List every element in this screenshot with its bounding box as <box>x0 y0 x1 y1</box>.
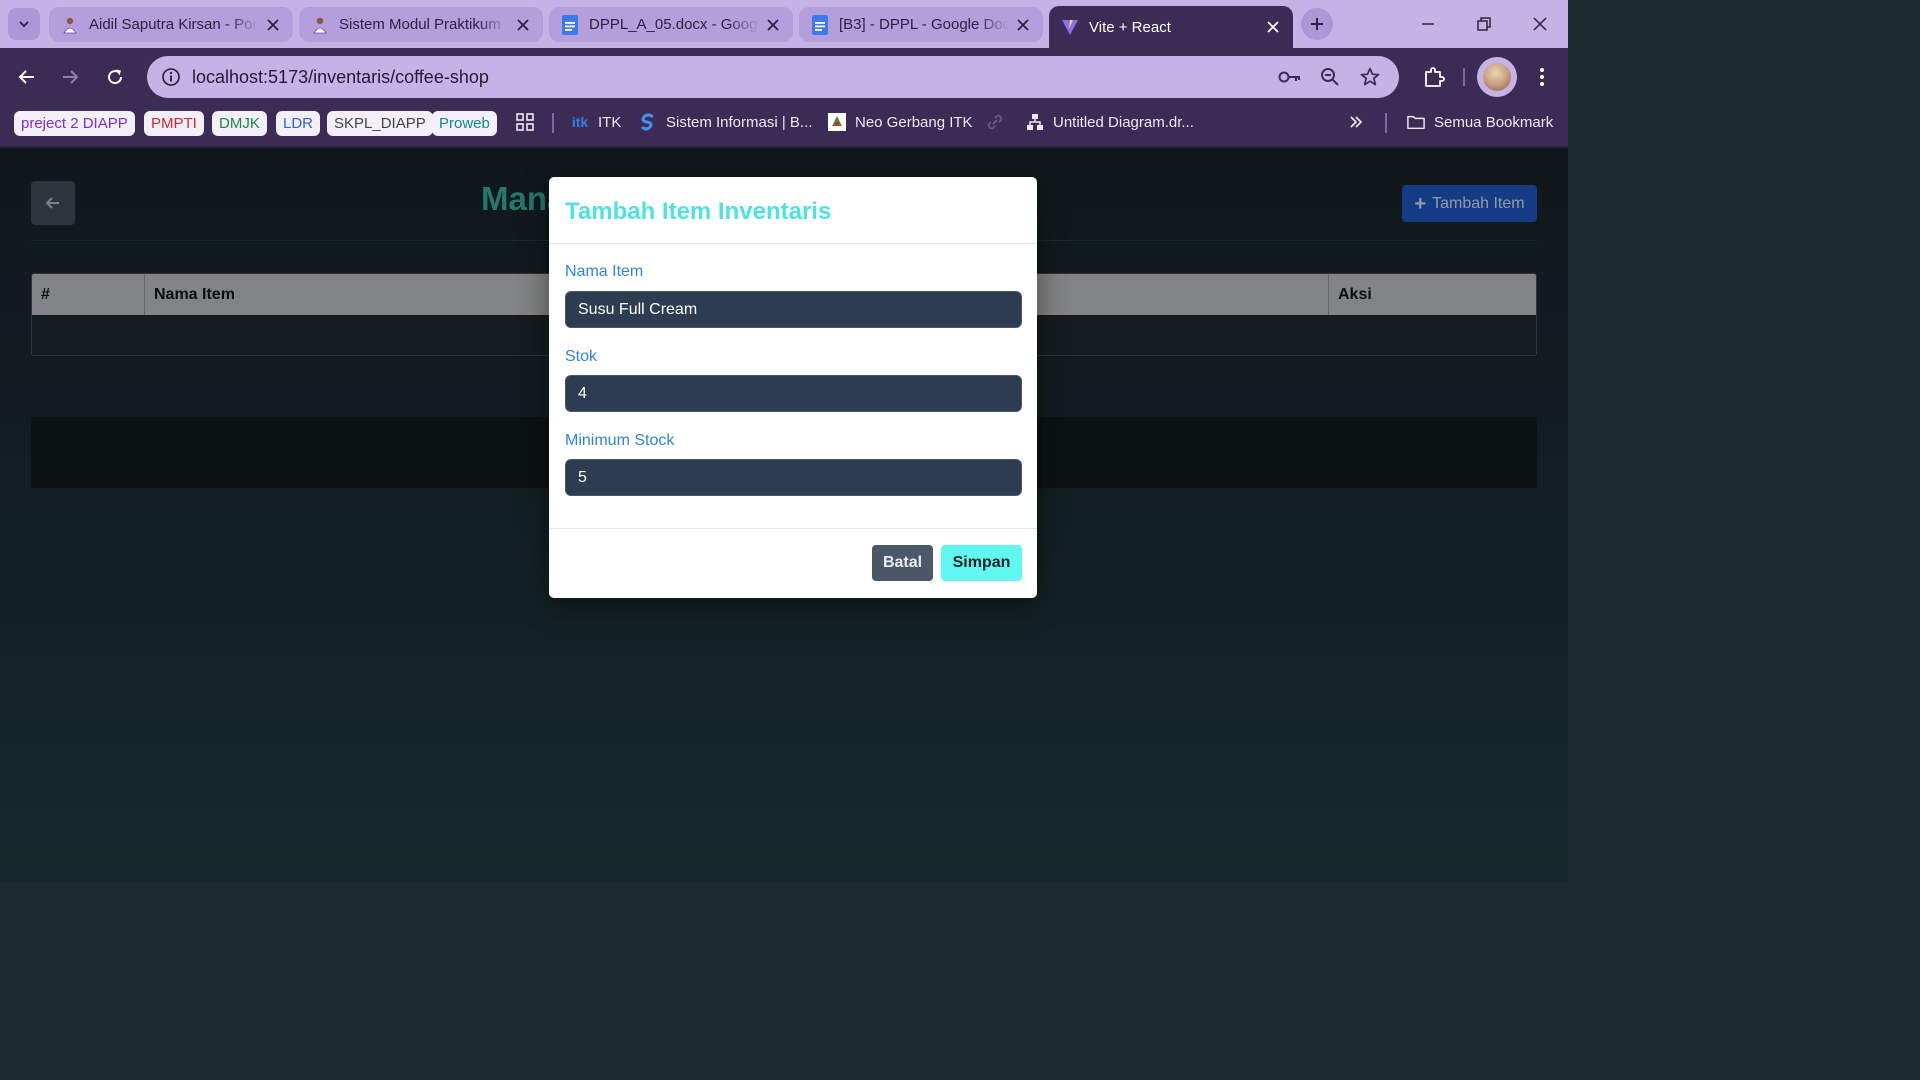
browser-tabstrip: Aidil Saputra Kirsan - Portfolio Sistem … <box>0 0 1568 48</box>
close-icon[interactable] <box>763 15 783 35</box>
item-name-input[interactable] <box>565 291 1022 328</box>
bookmark-chip-label: DMJK <box>219 115 260 132</box>
itk-icon: itk <box>571 114 589 130</box>
browser-tab[interactable]: DPPL_A_05.docx - Google Docs <box>549 7 793 42</box>
save-button[interactable]: Simpan <box>941 545 1022 581</box>
forward-nav-button[interactable] <box>54 61 86 93</box>
star-icon[interactable] <box>1358 65 1382 89</box>
bookmark-label: Neo Gerbang ITK <box>855 113 973 131</box>
close-icon <box>1533 17 1547 31</box>
close-icon[interactable] <box>1263 17 1283 37</box>
bookmarks-bar: preject 2 DIAPP PMPTI DMJK LDR SKPL_DIAP… <box>0 106 1568 147</box>
site-info-icon[interactable] <box>159 65 183 89</box>
modal-divider <box>549 528 1037 529</box>
bookmark-chip[interactable]: PMPTI <box>144 111 204 136</box>
url-text[interactable]: localhost:5173/inventaris/coffee-shop <box>192 67 489 88</box>
stock-input[interactable] <box>565 375 1022 412</box>
chevron-down-icon <box>19 21 29 28</box>
diagram-icon <box>1026 113 1044 131</box>
bookmark-icon-only[interactable] <box>986 106 1004 138</box>
reload-icon <box>108 69 123 85</box>
bookmarks-divider <box>1385 113 1387 133</box>
folder-icon <box>1407 113 1425 131</box>
sisfo-icon <box>639 113 657 131</box>
arrow-right-icon <box>63 70 79 84</box>
browser-tab[interactable]: [B3] - DPPL - Google Docs <box>799 7 1043 42</box>
neo-gerbang-icon <box>828 113 846 131</box>
bookmark-item[interactable]: Untitled Diagram.dr... <box>1026 106 1194 138</box>
bookmark-chip-label: LDR <box>283 115 314 132</box>
tab-title: Sistem Modul Praktikum <box>339 16 501 33</box>
address-bar[interactable]: localhost:5173/inventaris/coffee-shop <box>147 56 1399 98</box>
bookmark-chip[interactable]: Proweb <box>432 111 497 136</box>
bookmark-item[interactable]: itk ITK <box>571 106 622 138</box>
google-docs-icon <box>561 14 579 35</box>
more-bookmarks-button[interactable] <box>1348 106 1364 138</box>
apps-grid-icon <box>516 113 534 131</box>
extensions-button[interactable] <box>1418 61 1450 93</box>
profile-favicon-icon <box>61 16 79 34</box>
tab-search-button[interactable] <box>8 8 40 40</box>
profile-favicon-icon <box>311 16 329 34</box>
bookmark-label: ITK <box>598 113 622 131</box>
profile-avatar[interactable] <box>1477 57 1517 97</box>
restore-icon <box>1477 17 1491 31</box>
stock-label: Stok <box>565 348 598 365</box>
bookmark-item[interactable]: Sistem Informasi | B... <box>639 106 812 138</box>
browser-tab[interactable]: Aidil Saputra Kirsan - Portfolio <box>49 7 293 42</box>
bookmark-chip[interactable]: preject 2 DIAPP <box>14 111 135 136</box>
minimize-button[interactable] <box>1400 0 1456 48</box>
bookmarks-divider <box>552 113 554 133</box>
close-icon[interactable] <box>513 15 533 35</box>
reload-button[interactable] <box>99 61 131 93</box>
bookmark-chip-label: Proweb <box>439 115 490 132</box>
kebab-menu-icon <box>1540 68 1544 86</box>
browser-tab[interactable]: Sistem Modul Praktikum <box>299 7 543 42</box>
bookmark-chip-label: SKPL_DIAPP <box>334 115 426 132</box>
all-bookmarks-button[interactable]: Semua Bookmark <box>1407 106 1553 138</box>
tab-title: Aidil Saputra Kirsan - Portfolio <box>89 16 259 33</box>
min-stock-input[interactable] <box>565 459 1022 496</box>
new-tab-button[interactable] <box>1301 8 1333 40</box>
bookmark-chip-label: preject 2 DIAPP <box>21 115 128 132</box>
avatar-photo <box>1483 63 1511 91</box>
link-icon <box>987 114 1003 130</box>
modal-divider <box>549 243 1037 244</box>
bookmark-label: Untitled Diagram.dr... <box>1053 113 1194 131</box>
double-chevron-right-icon <box>1350 116 1363 128</box>
arrow-left-icon <box>18 70 34 84</box>
browser-tab-active[interactable]: Vite + React <box>1049 6 1293 48</box>
restore-button[interactable] <box>1456 0 1512 48</box>
bookmark-chip-label: PMPTI <box>151 115 197 132</box>
vite-icon <box>1061 18 1079 36</box>
bookmark-chip[interactable]: DMJK <box>212 111 267 136</box>
tab-title: [B3] - DPPL - Google Docs <box>839 16 1009 33</box>
bookmark-item[interactable]: Neo Gerbang ITK <box>828 106 973 138</box>
min-stock-label: Minimum Stock <box>565 432 675 449</box>
google-docs-icon <box>811 14 829 35</box>
close-window-button[interactable] <box>1512 0 1568 48</box>
zoom-icon[interactable] <box>1318 65 1342 89</box>
tab-title: DPPL_A_05.docx - Google Docs <box>589 16 759 33</box>
bookmark-chip[interactable]: SKPL_DIAPP <box>327 111 433 136</box>
cancel-button[interactable]: Batal <box>872 545 933 581</box>
browser-toolbar: localhost:5173/inventaris/coffee-shop <box>0 48 1568 106</box>
minimize-icon <box>1422 23 1434 25</box>
plus-icon <box>1311 18 1323 30</box>
modal-title: Tambah Item Inventaris <box>565 198 832 225</box>
bookmark-label: Sistem Informasi | B... <box>666 113 813 131</box>
browser-menu-button[interactable] <box>1528 61 1556 93</box>
toolbar-divider <box>1463 68 1465 86</box>
key-icon[interactable] <box>1278 65 1302 89</box>
puzzle-icon <box>1425 67 1445 87</box>
item-name-label: Nama Item <box>565 263 644 280</box>
bookmark-chip[interactable]: LDR <box>276 111 321 136</box>
apps-button[interactable] <box>515 106 535 138</box>
tab-title: Vite + React <box>1089 18 1171 36</box>
back-nav-button[interactable] <box>11 61 43 93</box>
add-item-modal: Tambah Item Inventaris Nama Item Stok Mi… <box>549 177 1037 598</box>
close-icon[interactable] <box>1013 15 1033 35</box>
close-icon[interactable] <box>263 15 283 35</box>
all-bookmarks-label: Semua Bookmark <box>1434 113 1554 131</box>
